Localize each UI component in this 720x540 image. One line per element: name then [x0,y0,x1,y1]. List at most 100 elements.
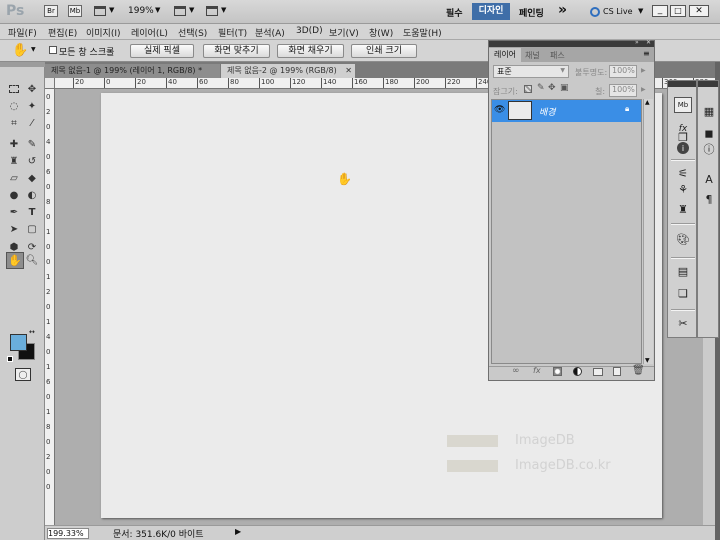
tab-layers[interactable]: 레이어 [489,48,521,62]
menu-3d[interactable]: 3D(D) [296,26,323,36]
chevron-right-icon[interactable]: ▶ [641,86,646,93]
lock-all-icon[interactable]: ▣ [560,83,569,93]
layer-style-icon[interactable]: fx [533,366,541,375]
chevron-down-icon[interactable]: ▼ [109,6,114,14]
print-size-button[interactable]: 인쇄 크기 [351,44,417,58]
paint-bucket-tool-icon[interactable]: ◆ [25,171,39,185]
arrange-documents-icon[interactable] [174,6,186,16]
actions-panel-icon[interactable]: ❏ [674,285,692,301]
adjustment-layer-icon[interactable] [573,367,582,376]
restore-button[interactable]: □ [670,5,686,17]
chevron-down-icon[interactable]: ▼ [638,7,643,15]
actual-pixels-button[interactable]: 실제 픽셀 [130,44,194,58]
fill-field[interactable]: 100% [609,84,637,97]
menu-filter[interactable]: 필터(T) [218,26,247,39]
new-layer-icon[interactable] [613,367,621,376]
dock-header[interactable] [668,81,696,87]
healing-brush-tool-icon[interactable]: ✚ [7,137,21,151]
type-tool-icon[interactable]: T [25,205,39,219]
brush-panel-icon[interactable]: 🎨︎ [674,231,692,247]
new-group-icon[interactable] [593,368,603,376]
character-panel-icon[interactable]: ▦ [700,103,718,119]
view-extras-icon[interactable] [94,6,106,16]
info-panel-icon[interactable]: i [677,142,689,154]
collapse-panel-icon[interactable]: » [635,39,639,46]
panel-menu-icon[interactable]: ≡ [643,49,650,58]
adjustments-panel-icon[interactable]: ⚟ [674,165,692,181]
cslive-button[interactable]: CS Live [603,7,633,16]
opacity-field[interactable]: 100% [609,65,637,78]
zoom-percentage-field[interactable]: 199.33% [47,528,89,539]
scroll-down-icon[interactable]: ▼ [645,357,650,364]
brush-tool-icon[interactable]: ✎ [25,137,39,151]
close-panel-icon[interactable]: ✕ [646,39,651,46]
more-workspaces-icon[interactable]: » [558,2,567,18]
chevron-down-icon[interactable]: ▼ [221,6,226,14]
bridge-button[interactable]: Br [44,5,58,17]
chevron-down-icon[interactable]: ▼ [31,46,36,53]
eraser-tool-icon[interactable]: ▱ [7,171,21,185]
minibridge-panel-icon[interactable]: Mb [674,97,692,113]
close-button[interactable]: ✕ [689,5,709,17]
link-layers-icon[interactable]: ∞ [512,366,520,376]
menu-view[interactable]: 보기(V) [329,26,359,39]
menu-file[interactable]: 파일(F) [8,26,37,39]
info-panel-icon[interactable]: ⓘ [700,141,718,157]
dock-header[interactable] [698,81,718,87]
menu-window[interactable]: 창(W) [369,26,393,39]
fill-screen-button[interactable]: 화면 채우기 [277,44,344,58]
close-tab-icon[interactable]: ✕ [345,64,352,78]
menu-analysis[interactable]: 분석(A) [255,26,285,39]
tab-paths[interactable]: 패스 [550,50,565,61]
path-selection-tool-icon[interactable]: ➤ [7,222,21,236]
menu-edit[interactable]: 편집(E) [48,26,77,39]
stamp-panel-icon[interactable]: ♜ [674,201,692,217]
zoom-tool-icon[interactable]: 🔍︎ [25,253,39,267]
lock-pixels-icon[interactable]: ✎ [537,83,545,93]
workspace-essentials[interactable]: 필수 [446,6,463,19]
chevron-down-icon[interactable]: ▼ [189,6,194,14]
lock-transparency-icon[interactable] [524,85,532,93]
lock-position-icon[interactable]: ✥ [548,83,556,93]
quick-mask-icon[interactable]: ◯ [15,368,31,381]
lasso-tool-icon[interactable]: ◌ [7,99,21,113]
move-tool-icon[interactable]: ✥ [25,82,39,96]
vertical-ruler[interactable]: 0 2 0 4 0 6 0 8 0 1 0 0 1 2 0 1 4 0 1 6 0 1 8 0 2 0 0 [45,89,55,525]
blur-tool-icon[interactable]: ● [7,188,21,202]
minimize-button[interactable]: _ [652,5,668,17]
zoom-level-select[interactable]: 199% [128,6,154,16]
tab-document-2[interactable]: 제목 없음-2 @ 199% (RGB/8) ✕ [221,64,355,78]
visibility-eye-icon[interactable]: 👁︎ [494,105,505,115]
tool-presets-panel-icon[interactable]: ✂ [674,315,692,331]
minibridge-button[interactable]: Mb [68,5,82,17]
menu-layer[interactable]: 레이어(L) [131,26,168,39]
chevron-right-icon[interactable]: ▶ [641,67,646,74]
history-panel-icon[interactable]: ▤ [674,263,692,279]
fit-screen-button[interactable]: 화면 맞추기 [203,44,270,58]
masks-panel-icon[interactable]: ⚘ [674,181,692,197]
shape-tool-icon[interactable]: ▢ [25,222,39,236]
eyedropper-tool-icon[interactable]: ⁄ [25,116,39,130]
workspace-design[interactable]: 디자인 [472,3,510,20]
menu-image[interactable]: 이미지(I) [86,26,121,39]
color-panel-icon[interactable]: ◼ [700,125,718,141]
default-colors-icon[interactable] [7,356,13,362]
marquee-tool-icon[interactable] [7,82,21,96]
blend-mode-select[interactable]: 표준 ▼ [493,65,569,78]
foreground-color-swatch[interactable] [10,334,27,351]
menu-select[interactable]: 선택(S) [178,26,207,39]
dodge-tool-icon[interactable]: ◐ [25,188,39,202]
trash-icon[interactable]: 🗑︎ [632,365,645,376]
workspace-painting[interactable]: 페인팅 [519,6,544,19]
hand-tool-icon[interactable]: ✋ [6,252,24,269]
tab-channels[interactable]: 채널 [525,50,540,61]
screen-mode-icon[interactable] [206,6,218,16]
clone-stamp-tool-icon[interactable]: ♜ [7,154,21,168]
pen-tool-icon[interactable]: ✒ [7,205,21,219]
layer-name[interactable]: 배경 [539,105,556,118]
menu-help[interactable]: 도움말(H) [403,26,442,39]
crop-tool-icon[interactable]: ⌗ [7,116,21,130]
history-brush-tool-icon[interactable]: ↺ [25,154,39,168]
ruler-origin[interactable] [45,78,55,89]
layers-scrollbar[interactable]: ▲ ▼ [643,99,653,364]
